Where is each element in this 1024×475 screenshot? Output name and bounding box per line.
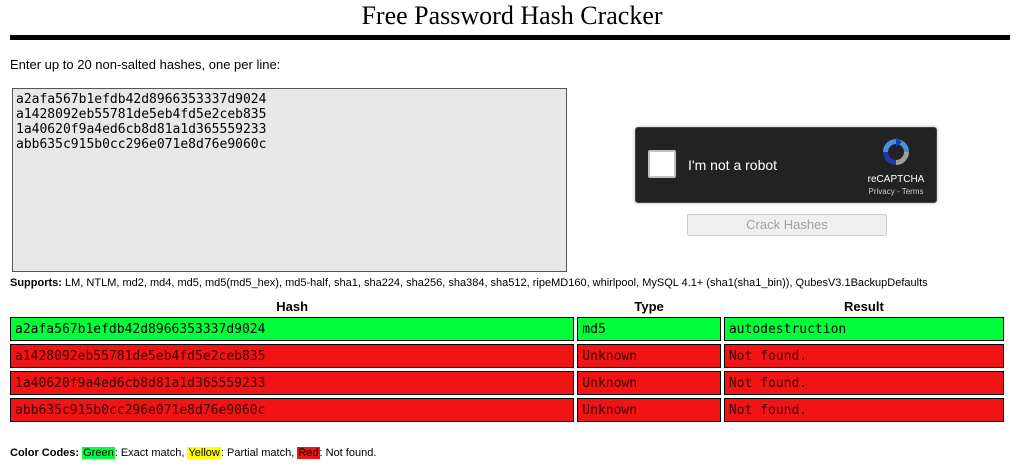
green-desc: Exact match, [120,447,185,459]
results-table: Hash Type Result a2afa567b1efdb42d896635… [7,297,1007,425]
recaptcha-links[interactable]: Privacy - Terms [858,187,934,196]
row-result: autodestruction [723,317,1004,341]
recaptcha-brand: reCAPTCHA [867,174,925,185]
red-swatch: Red [297,447,320,459]
recaptcha-checkbox[interactable] [648,150,676,178]
table-row: 1a40620f9a4ed6cb8d81a1d365559233 Unknown… [10,371,1004,395]
title-divider [10,35,1010,40]
row-type: Unknown [577,344,721,368]
recaptcha-label: I'm not a robot [688,157,778,173]
supports-label: Supports: [10,277,62,289]
table-row: a2afa567b1efdb42d8966353337d9024 md5 aut… [10,317,1004,341]
row-type: Unknown [577,398,721,422]
row-hash: a1428092eb55781de5eb4fd5e2ceb835 [10,344,575,368]
color-codes-label: Color Codes: [10,447,80,459]
recaptcha-widget: I'm not a robot reCAPTCHA Privacy - Term… [635,127,937,203]
table-row: a1428092eb55781de5eb4fd5e2ceb835 Unknown… [10,344,1004,368]
row-type: md5 [577,317,721,341]
supports-list: LM, NTLM, md2, md4, md5, md5(md5_hex), m… [65,277,928,289]
yellow-desc: Partial match, [227,447,295,459]
row-hash: abb635c915b0cc296e071e8d76e9060c [10,398,575,422]
row-hash: 1a40620f9a4ed6cb8d81a1d365559233 [10,371,575,395]
hash-input[interactable]: a2afa567b1efdb42d8966353337d9024 a142809… [12,88,567,272]
page-title: Free Password Hash Cracker [361,1,663,30]
row-type: Unknown [577,371,721,395]
header-hash: Hash [276,299,309,314]
instructions-text: Enter up to 20 non-salted hashes, one pe… [10,57,281,72]
row-result: Not found. [723,344,1004,368]
header-result: Result [844,299,884,314]
header-type: Type [634,299,664,314]
row-result: Not found. [723,371,1004,395]
table-row: abb635c915b0cc296e071e8d76e9060c Unknown… [10,398,1004,422]
results-header-row: Hash Type Result [10,300,1004,314]
row-result: Not found. [723,398,1004,422]
supported-algorithms: Supports: LM, NTLM, md2, md4, md5, md5(m… [10,277,928,289]
recaptcha-logo-icon [883,137,909,165]
yellow-swatch: Yellow [187,447,221,459]
crack-hashes-button[interactable]: Crack Hashes [687,214,887,236]
row-hash: a2afa567b1efdb42d8966353337d9024 [10,317,575,341]
color-codes-legend: Color Codes: Green: Exact match, Yellow:… [10,447,377,459]
green-swatch: Green [82,447,115,459]
red-desc: Not found. [325,447,377,459]
